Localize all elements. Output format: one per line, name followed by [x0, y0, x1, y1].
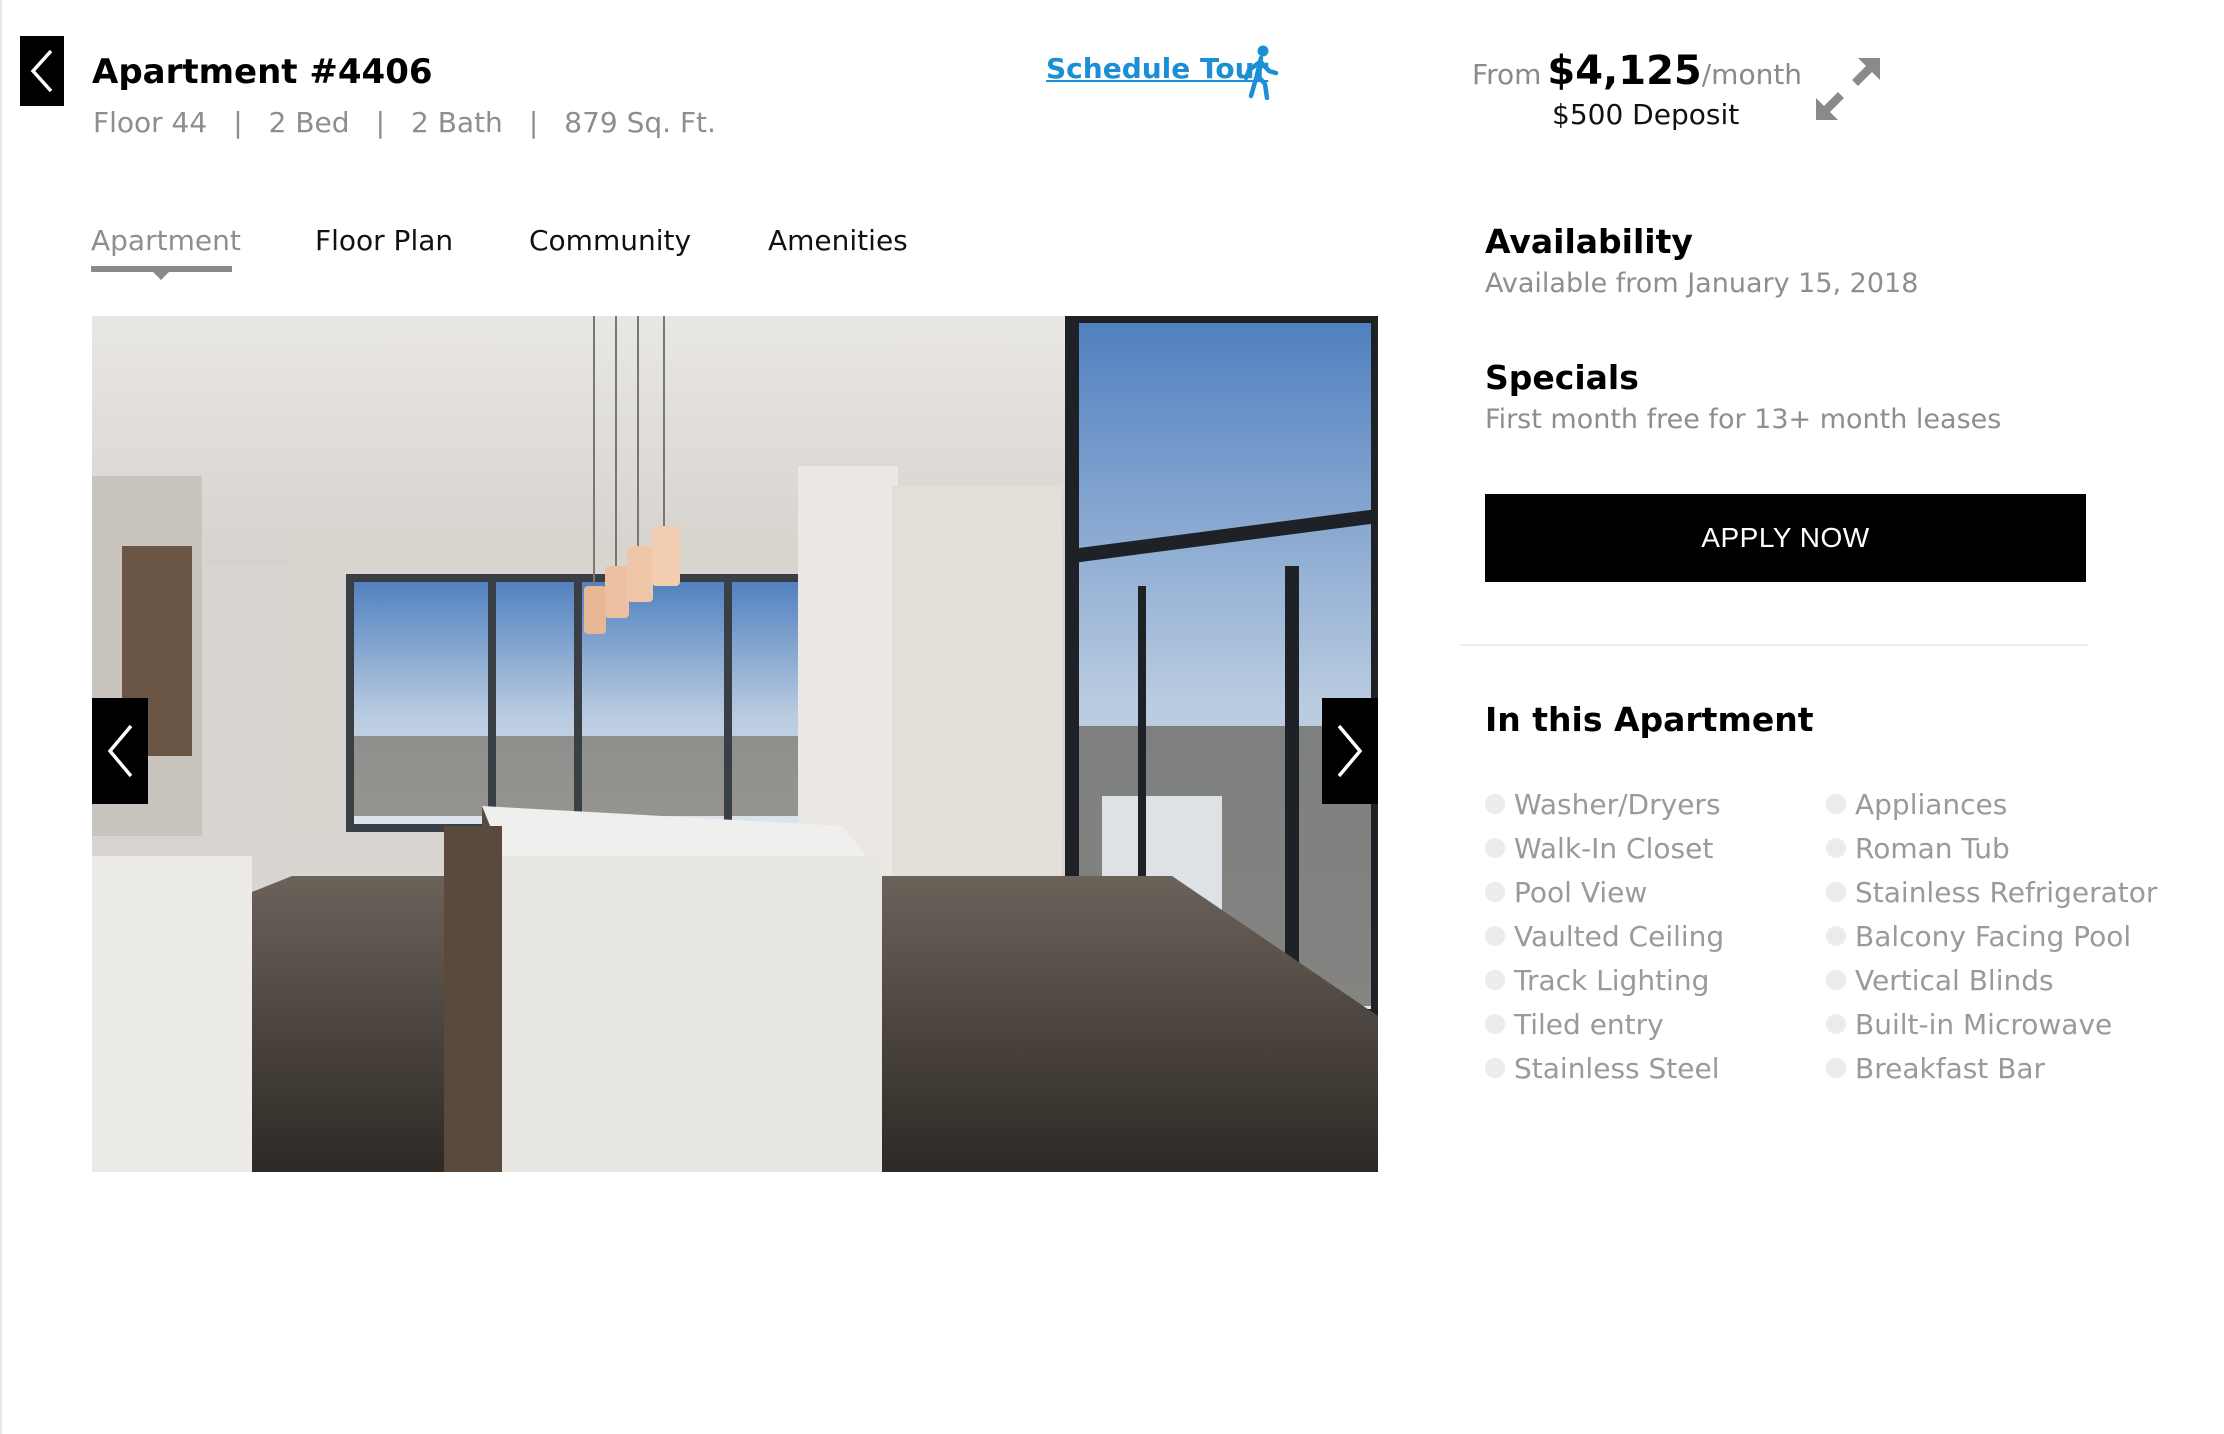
feature-item: Stainless Refrigerator: [1826, 870, 2157, 914]
availability-text: Available from January 15, 2018: [1485, 268, 1919, 299]
meta-area: 879 Sq. Ft.: [564, 106, 716, 139]
feature-item: Stainless Steel: [1485, 1046, 1724, 1090]
feature-item: Washer/Dryers: [1485, 782, 1724, 826]
expand-arrows-icon[interactable]: [1812, 52, 1884, 124]
feature-item: Walk-In Closet: [1485, 826, 1724, 870]
feature-item: Vaulted Ceiling: [1485, 914, 1724, 958]
bullet-dot-icon: [1485, 970, 1505, 990]
feature-item: Track Lighting: [1485, 958, 1724, 1002]
bullet-dot-icon: [1826, 970, 1846, 990]
feature-item: Roman Tub: [1826, 826, 2157, 870]
carousel-prev-button[interactable]: [92, 698, 148, 804]
feature-label: Tiled entry: [1514, 1007, 1664, 1041]
apply-now-button[interactable]: APPLY NOW: [1485, 494, 2086, 582]
feature-item: Vertical Blinds: [1826, 958, 2157, 1002]
meta-baths: 2 Bath: [411, 106, 503, 139]
bullet-dot-icon: [1826, 838, 1846, 858]
bullet-dot-icon: [1485, 838, 1505, 858]
price-amount: $4,125: [1547, 48, 1702, 94]
meta-beds: 2 Bed: [268, 106, 350, 139]
features-list-right: Appliances Roman Tub Stainless Refrigera…: [1826, 782, 2157, 1090]
apartment-photo: [92, 316, 1378, 1172]
section-divider: [1460, 644, 2088, 646]
price: From $4,125/month: [1472, 48, 1802, 94]
feature-label: Track Lighting: [1514, 963, 1710, 997]
feature-label: Balcony Facing Pool: [1855, 919, 2132, 953]
bullet-dot-icon: [1485, 1058, 1505, 1078]
feature-label: Pool View: [1514, 875, 1648, 909]
feature-label: Vertical Blinds: [1855, 963, 2054, 997]
meta-floor: Floor 44: [93, 106, 208, 139]
feature-label: Appliances: [1855, 787, 2008, 821]
chevron-right-icon: [1337, 724, 1363, 778]
tab-floor-plan[interactable]: Floor Plan: [315, 224, 453, 257]
price-prefix: From: [1472, 58, 1542, 91]
feature-label: Stainless Refrigerator: [1855, 875, 2158, 909]
feature-item: Balcony Facing Pool: [1826, 914, 2157, 958]
bullet-dot-icon: [1826, 882, 1846, 902]
meta-separator: |: [375, 106, 385, 139]
price-suffix: /month: [1701, 58, 1803, 91]
active-tab-caret: [153, 272, 169, 280]
bullet-dot-icon: [1826, 1014, 1846, 1034]
deposit: $500 Deposit: [1552, 98, 1740, 131]
tab-apartment[interactable]: Apartment: [91, 224, 241, 257]
availability-title: Availability: [1485, 222, 1693, 261]
features-title: In this Apartment: [1485, 700, 1814, 739]
apartment-meta: Floor 44 | 2 Bed | 2 Bath | 879 Sq. Ft.: [93, 106, 716, 139]
features-list-left: Washer/Dryers Walk-In Closet Pool View V…: [1485, 782, 1724, 1090]
feature-item: Appliances: [1826, 782, 2157, 826]
bullet-dot-icon: [1485, 926, 1505, 946]
feature-item: Tiled entry: [1485, 1002, 1724, 1046]
apartment-photo-carousel: [92, 316, 1378, 1172]
page-title: Apartment #4406: [92, 52, 433, 92]
feature-item: Built-in Microwave: [1826, 1002, 2157, 1046]
walking-person-icon[interactable]: [1240, 44, 1280, 100]
feature-item: Breakfast Bar: [1826, 1046, 2157, 1090]
feature-label: Stainless Steel: [1514, 1051, 1720, 1085]
bullet-dot-icon: [1826, 1058, 1846, 1078]
bullet-dot-icon: [1826, 794, 1846, 814]
specials-title: Specials: [1485, 358, 1639, 397]
feature-label: Built-in Microwave: [1855, 1007, 2113, 1041]
bullet-dot-icon: [1485, 794, 1505, 814]
specials-text: First month free for 13+ month leases: [1485, 404, 2002, 435]
page-edge: [0, 0, 2, 1434]
meta-separator: |: [233, 106, 243, 139]
bullet-dot-icon: [1485, 882, 1505, 902]
tab-community[interactable]: Community: [529, 224, 691, 257]
chevron-left-icon: [107, 724, 133, 778]
feature-label: Breakfast Bar: [1855, 1051, 2046, 1085]
carousel-next-button[interactable]: [1322, 698, 1378, 804]
bullet-dot-icon: [1826, 926, 1846, 946]
feature-label: Washer/Dryers: [1514, 787, 1721, 821]
feature-label: Roman Tub: [1855, 831, 2010, 865]
meta-separator: |: [528, 106, 539, 139]
feature-label: Walk-In Closet: [1514, 831, 1714, 865]
feature-item: Pool View: [1485, 870, 1724, 914]
back-button[interactable]: [20, 36, 64, 106]
bullet-dot-icon: [1485, 1014, 1505, 1034]
schedule-tour-link[interactable]: Schedule Tour: [1046, 52, 1268, 85]
feature-label: Vaulted Ceiling: [1514, 919, 1725, 953]
tab-amenities[interactable]: Amenities: [768, 224, 908, 257]
chevron-left-icon: [30, 49, 53, 93]
